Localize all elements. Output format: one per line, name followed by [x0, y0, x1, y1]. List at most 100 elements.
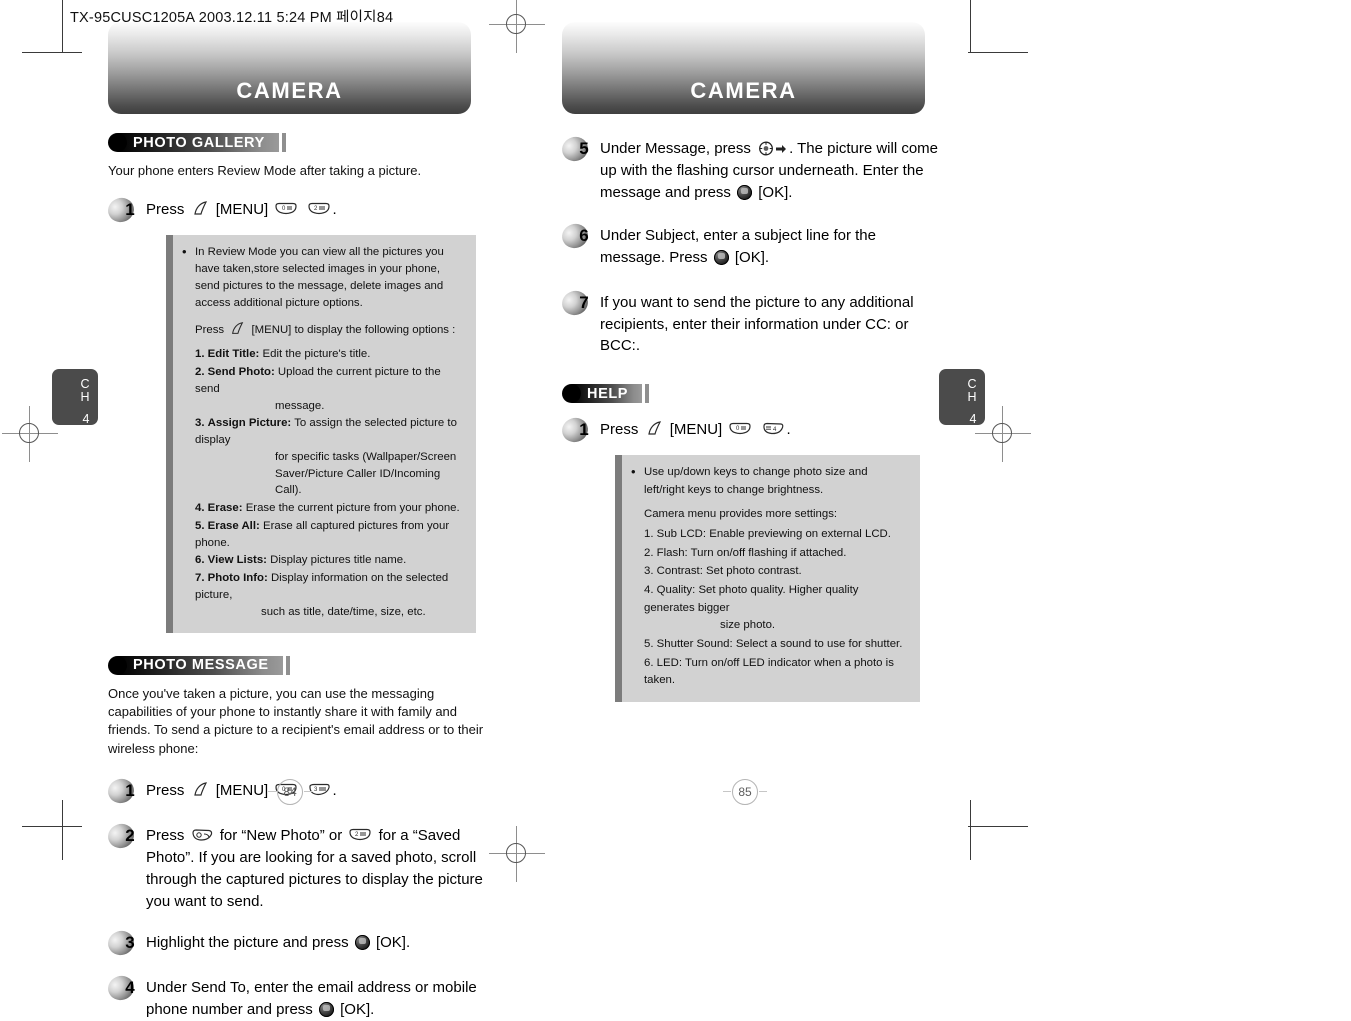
option-term: Erase All:	[207, 519, 260, 532]
option-text: Flash: Turn on/off flashing if attached.	[656, 546, 847, 559]
step-item: 6 Under Subject, enter a subject line fo…	[558, 220, 992, 269]
step-number: 5	[579, 139, 589, 158]
step-text-before: Press	[600, 421, 639, 438]
ok-button-icon	[713, 250, 729, 265]
note-press-line: Press [MENU] to display the following op…	[182, 321, 464, 339]
note-box-rail	[615, 455, 622, 703]
step-item: 1 Press [MENU] 0 4 .	[558, 414, 992, 446]
step-text-after: .	[332, 782, 337, 800]
note-subtitle: Camera menu provides more settings:	[644, 508, 838, 521]
step-text-part2: [OK].	[340, 1001, 375, 1019]
page-banner: CAMERA	[108, 22, 471, 114]
crop-mark-top-left-horizontal	[22, 52, 82, 53]
option-term: Erase:	[207, 502, 243, 515]
bullet-icon: •	[631, 464, 636, 479]
option-number: 2.	[195, 366, 205, 379]
option-number: 5.	[195, 519, 205, 532]
option-text: Quality: Set photo quality. Higher quali…	[644, 584, 859, 614]
banner-title: CAMERA	[236, 78, 343, 103]
banner-title: CAMERA	[690, 78, 797, 103]
option-number: 6.	[195, 554, 205, 567]
phone-key-0-icon: 0	[274, 200, 298, 215]
option-text: LED: Turn on/off LED indicator when a ph…	[644, 656, 894, 687]
badge-tick-icon	[285, 655, 290, 675]
option-text: Shutter Sound: Select a sound to use for…	[656, 638, 903, 651]
step-number: 6	[579, 226, 589, 246]
step-number: 1	[579, 420, 589, 439]
note-options-list: 1. Edit Title: Edit the picture's title.…	[182, 346, 464, 620]
section-header-photo-gallery: PHOTO GALLERY	[108, 133, 538, 152]
option-desc: Display pictures title name.	[270, 554, 407, 567]
step-item: 3 Highlight the picture and press [OK].	[104, 927, 538, 959]
camera-key-icon	[191, 827, 214, 841]
softkey-icon	[192, 200, 209, 217]
phone-key-4-icon: 4	[761, 420, 785, 435]
step-number: 2	[125, 826, 135, 846]
step-key-label: [MENU]	[215, 201, 269, 219]
registration-mark-circle	[19, 423, 39, 443]
left-page: CAMERA PHOTO GALLERY Your phone enters R…	[104, 0, 538, 1018]
option-term: Send Photo:	[207, 366, 275, 379]
step-text: Highlight the picture and press [OK].	[146, 930, 410, 954]
note-option-item: 6. View Lists: Display pictures title na…	[195, 552, 464, 569]
chapter-tab-line2: H	[80, 390, 90, 405]
note-option-item: 1. Edit Title: Edit the picture's title.	[195, 346, 464, 363]
phone-key-2-icon: 2	[307, 200, 331, 215]
step-text-after: .	[332, 201, 337, 219]
step-item: 1 Press [MENU] 0 2 .	[104, 195, 538, 226]
note-paragraph: In Review Mode you can view all the pict…	[195, 246, 444, 309]
badge-tick-icon	[281, 133, 286, 152]
help-option-item: 6. LED: Turn on/off LED indicator when a…	[644, 655, 908, 690]
badge-dot-icon	[562, 384, 581, 403]
note-option-item: 4. Erase: Erase the current picture from…	[195, 500, 464, 517]
note-press-after: [MENU] to display the following options …	[251, 323, 456, 336]
step-number-badge: 5	[558, 133, 595, 165]
note-box-help: • Use up/down keys to change photo size …	[615, 455, 920, 703]
crop-mark-bottom-left-horizontal	[22, 826, 82, 827]
step-number-badge: 7	[558, 287, 595, 319]
bullet-icon: •	[182, 244, 187, 260]
note-press-before: Press	[195, 323, 225, 336]
note-bullet-row: • Use up/down keys to change photo size …	[631, 464, 908, 499]
chapter-tab-line2: H	[967, 390, 977, 405]
option-number: 3.	[195, 417, 205, 430]
step-key-label: [MENU]	[669, 421, 723, 438]
chapter-tab-left: C H 4	[52, 369, 98, 426]
section-header-photo-message: PHOTO MESSAGE	[108, 655, 538, 675]
step-text: Press [MENU] 0 4 .	[600, 417, 791, 441]
help-option-item: 3. Contrast: Set photo contrast.	[644, 563, 908, 581]
page-number-wing-left	[723, 791, 731, 792]
option-number: 6.	[644, 656, 654, 669]
note-box-rail	[166, 235, 173, 633]
option-number: 4.	[644, 584, 654, 597]
note-option-item: 2. Send Photo: Upload the current pictur…	[195, 364, 464, 414]
note-paragraph: Use up/down keys to change photo size an…	[644, 466, 868, 496]
section-header-help: HELP	[562, 384, 992, 403]
option-term: Assign Picture:	[207, 417, 292, 430]
step-text: Under Message, press . The picture will …	[600, 136, 940, 203]
phone-key-3-icon: 3	[307, 781, 331, 796]
page-number-wing-right	[304, 791, 312, 792]
ok-button-icon	[318, 1002, 334, 1018]
badge-label: PHOTO GALLERY	[118, 133, 279, 152]
step-number: 1	[125, 781, 135, 801]
chapter-tab-right: C H 4	[939, 369, 985, 427]
option-continuation: such as title, date/time, size, etc.	[261, 605, 426, 618]
ok-button-icon	[737, 184, 753, 200]
option-term: View Lists:	[207, 554, 267, 567]
step-item: 7 If you want to send the picture to any…	[558, 287, 992, 357]
step-item: 4 Under Send To, enter the email address…	[104, 972, 538, 1021]
help-option-item: 1. Sub LCD: Enable previewing on externa…	[644, 526, 908, 544]
step-number-badge: 6	[558, 220, 595, 252]
chapter-tab-number: 4	[969, 412, 977, 427]
step-number: 7	[579, 292, 589, 312]
step-number-badge: 1	[104, 195, 141, 226]
step-text-before: Press	[146, 782, 185, 800]
option-continuation: size photo.	[720, 619, 776, 632]
step-text-part1: Under Message, press	[600, 140, 751, 157]
registration-mark-left-center	[2, 406, 58, 462]
option-continuation: for specific tasks (Wallpaper/Screen	[275, 450, 457, 463]
page-banner: CAMERA	[562, 22, 925, 114]
option-text: Contrast: Set photo contrast.	[656, 565, 802, 578]
step-number: 3	[125, 933, 135, 953]
